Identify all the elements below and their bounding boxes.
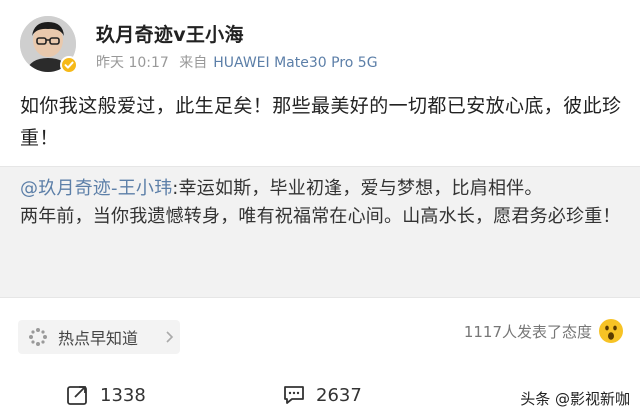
surprised-emoji-icon <box>599 319 623 343</box>
comment-button[interactable]: 2637 <box>282 384 362 406</box>
topic-chip[interactable]: 热点早知道 <box>18 320 180 354</box>
chevron-right-icon <box>166 331 174 343</box>
comment-icon <box>284 386 304 404</box>
reactions-text: 1117人发表了态度 <box>463 322 592 341</box>
repost-text: :幸运如斯，毕业初逢，爱与梦想，比肩相伴。 <box>172 178 543 199</box>
repost-count: 1338 <box>100 384 146 406</box>
reactions-summary[interactable]: 1117人发表了态度 <box>464 318 624 344</box>
device-source[interactable]: HUAWEI Mate30 Pro 5G <box>213 55 377 71</box>
verified-badge-icon <box>60 56 78 74</box>
repost-mention[interactable]: @玖月奇迹-王小玮 <box>20 178 172 199</box>
comment-count: 2637 <box>316 384 362 406</box>
source-prefix: 来自 <box>179 55 208 71</box>
post-meta: 昨天 10:17 来自 HUAWEI Mate30 Pro 5G <box>96 52 384 72</box>
topic-label: 热点早知道 <box>58 329 139 348</box>
post-time: 昨天 10:17 <box>96 55 169 71</box>
post-text: 如你我这般爱过，此生足矣！那些最美好的一切都已安放心底，彼此珍重！ <box>20 95 622 149</box>
reposted-content[interactable]: @玖月奇迹-王小玮:幸运如斯，毕业初逢，爱与梦想，比肩相伴。 两年前，当你我遗憾… <box>0 166 640 298</box>
repost-text-block: @玖月奇迹-王小玮:幸运如斯，毕业初逢，爱与梦想，比肩相伴。 两年前，当你我遗憾… <box>20 175 624 231</box>
repost-button[interactable]: 1338 <box>66 384 146 406</box>
repost-text-2: 两年前，当你我遗憾转身，唯有祝福常在心间。山高水长，愿君务必珍重！ <box>20 206 621 227</box>
username[interactable]: 玖月奇迹v王小海 <box>96 20 244 47</box>
hot-topic-icon <box>29 328 47 346</box>
watermark: 头条 @影视新咖 <box>520 388 630 409</box>
repost-icon <box>67 386 87 405</box>
